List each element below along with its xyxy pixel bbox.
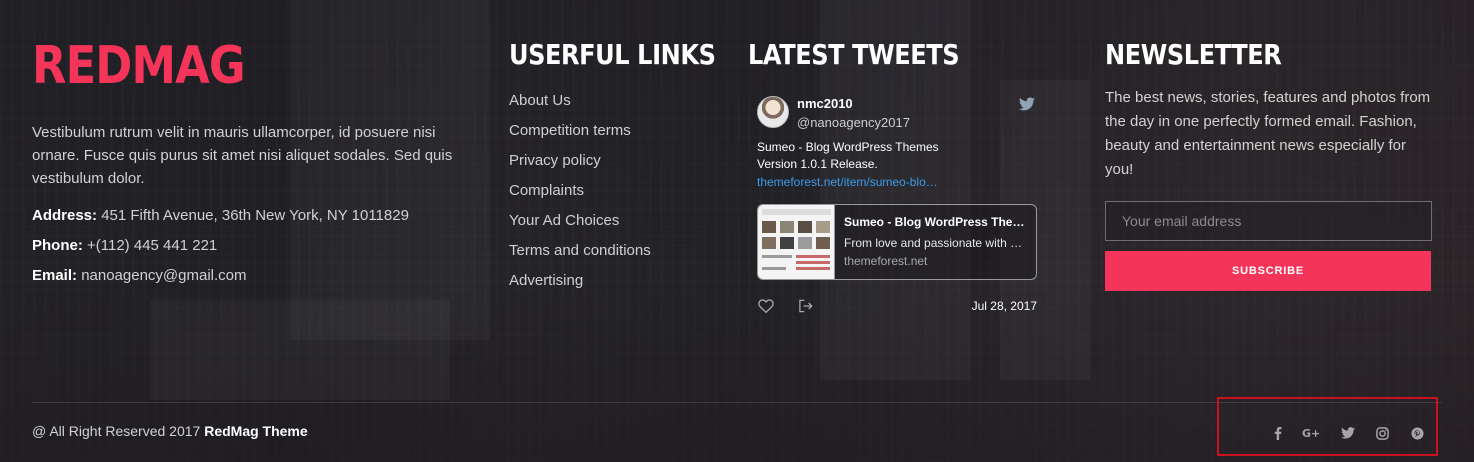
- useful-links-list: About Us Competition terms Privacy polic…: [509, 90, 651, 300]
- about-text: Vestibulum rutrum velit in mauris ullamc…: [32, 124, 453, 187]
- share-icon[interactable]: [798, 299, 813, 313]
- contact-email: Email: nanoagency@gmail.com: [32, 267, 247, 284]
- list-item: Complaints: [509, 180, 651, 210]
- list-item: Your Ad Choices: [509, 210, 651, 240]
- tweet-text: Sumeo - Blog WordPress Themes Version 1.…: [757, 140, 939, 171]
- link-advertising[interactable]: Advertising: [509, 272, 583, 289]
- link-ad-choices[interactable]: Your Ad Choices: [509, 212, 619, 229]
- card-domain: themeforest.net: [844, 254, 928, 268]
- newsletter-text: The best news, stories, features and pho…: [1105, 89, 1431, 178]
- card-thumbnail: [758, 205, 835, 279]
- twitter-icon[interactable]: [1338, 424, 1358, 442]
- brand-logo[interactable]: REDMAG: [32, 36, 246, 96]
- facebook-icon[interactable]: [1268, 424, 1288, 442]
- heart-icon[interactable]: [758, 299, 774, 313]
- address-label: Address:: [32, 207, 98, 224]
- email-label: Email:: [32, 267, 78, 284]
- link-privacy-policy[interactable]: Privacy policy: [509, 152, 601, 169]
- tweet-author-name[interactable]: nmc2010: [797, 96, 853, 111]
- email-value[interactable]: nanoagency@gmail.com: [81, 267, 246, 284]
- social-highlight-box: [1217, 397, 1438, 456]
- list-item: Advertising: [509, 270, 651, 300]
- link-complaints[interactable]: Complaints: [509, 182, 584, 199]
- link-terms-conditions[interactable]: Terms and conditions: [509, 242, 651, 259]
- subscribe-button[interactable]: SUBSCRIBE: [1105, 251, 1431, 291]
- copyright-brand[interactable]: RedMag Theme: [204, 423, 307, 439]
- twitter-bird-icon[interactable]: [1019, 97, 1035, 111]
- tweet-author-handle[interactable]: @nanoagency2017: [797, 115, 910, 130]
- tweet-date: Jul 28, 2017: [971, 299, 1037, 313]
- copyright-text: @ All Right Reserved 2017: [32, 423, 201, 439]
- list-item: About Us: [509, 90, 651, 120]
- pinterest-icon[interactable]: [1407, 424, 1427, 442]
- newsletter-heading: NEWSLETTER: [1105, 38, 1282, 71]
- svg-text:G+: G+: [1302, 427, 1320, 439]
- links-heading: USERFUL LINKS: [509, 38, 716, 71]
- link-about-us[interactable]: About Us: [509, 92, 571, 109]
- contact-address: Address: 451 Fifth Avenue, 36th New York…: [32, 207, 409, 224]
- tweets-heading: LATEST TWEETS: [748, 38, 960, 71]
- google-plus-icon[interactable]: G+: [1302, 424, 1322, 442]
- avatar[interactable]: [757, 96, 789, 128]
- card-description: From love and passionate with …: [844, 236, 1023, 250]
- tweet-link[interactable]: themeforest.net/item/sumeo-blo…: [757, 175, 938, 189]
- address-value: 451 Fifth Avenue, 36th New York, NY 1011…: [101, 207, 409, 224]
- email-field[interactable]: [1105, 201, 1432, 241]
- copyright: @ All Right Reserved 2017 RedMag Theme: [32, 423, 308, 439]
- tweet-actions: Jul 28, 2017: [757, 297, 1039, 315]
- phone-label: Phone:: [32, 237, 83, 254]
- list-item: Competition terms: [509, 120, 651, 150]
- tweet-link-card[interactable]: Sumeo - Blog WordPress The… From love an…: [757, 204, 1037, 280]
- link-competition-terms[interactable]: Competition terms: [509, 122, 631, 139]
- card-title: Sumeo - Blog WordPress The…: [844, 215, 1025, 229]
- phone-value: +(112) 445 441 221: [87, 237, 218, 254]
- list-item: Terms and conditions: [509, 240, 651, 270]
- instagram-icon[interactable]: [1372, 424, 1392, 442]
- contact-phone: Phone: +(112) 445 441 221: [32, 237, 217, 254]
- list-item: Privacy policy: [509, 150, 651, 180]
- background-building: [150, 300, 450, 400]
